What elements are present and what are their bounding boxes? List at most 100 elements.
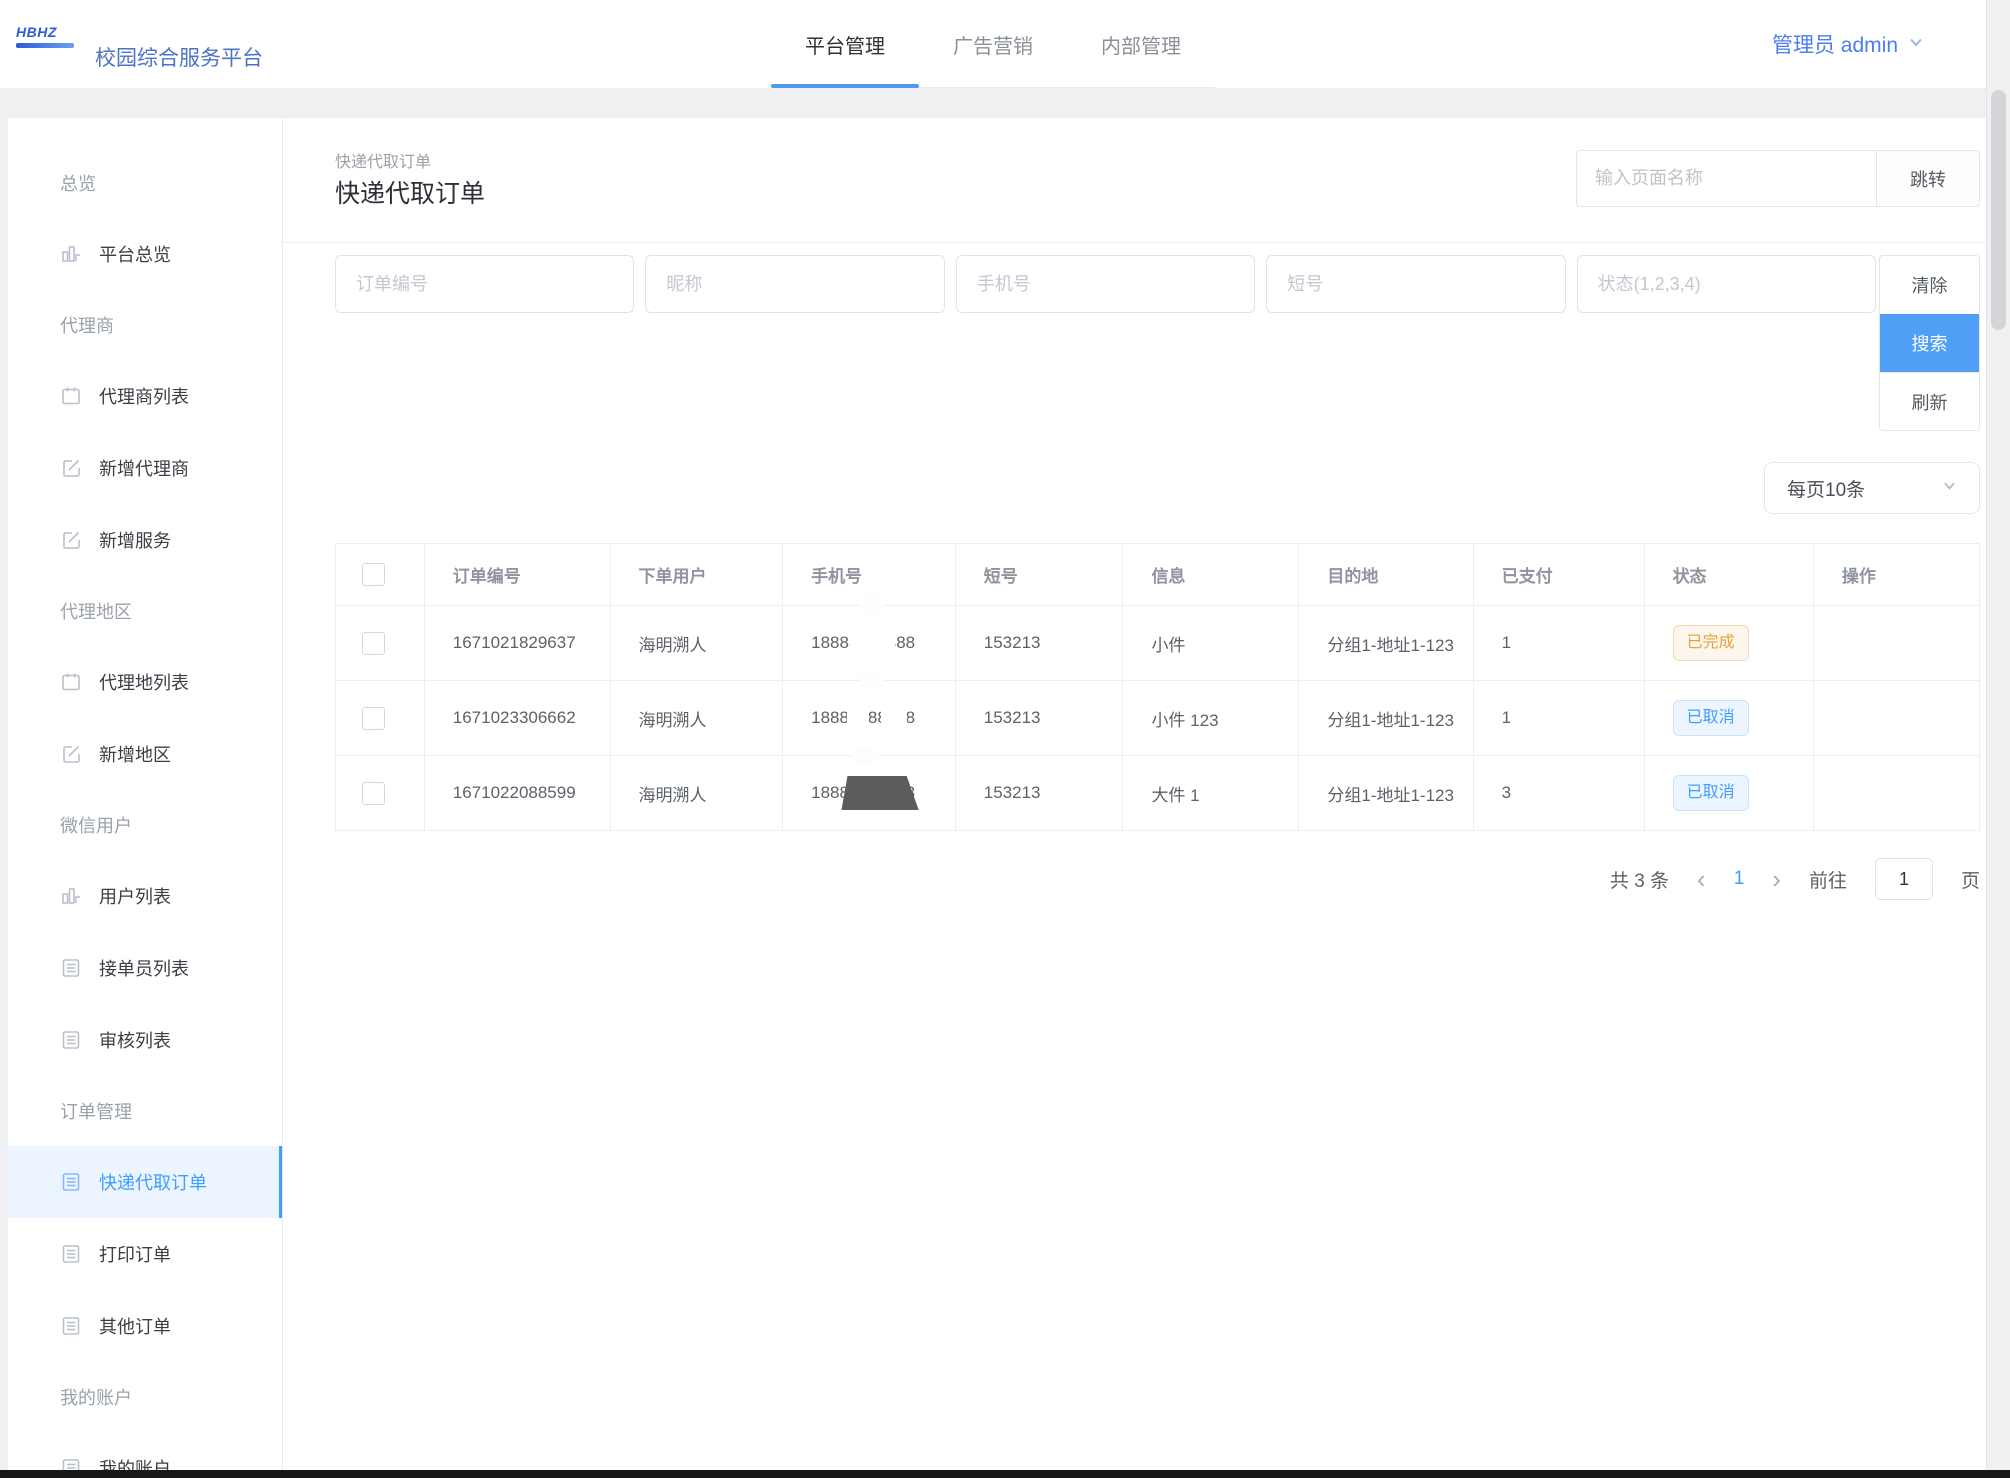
calendar-icon	[60, 385, 82, 407]
sidebar-group-title: 我的账户	[8, 1362, 282, 1432]
sidebar-item-label: 新增服务	[99, 527, 171, 553]
select-all-checkbox[interactable]	[362, 563, 385, 586]
breadcrumb: 快递代取订单	[335, 148, 431, 172]
page-jump-input[interactable]	[1576, 150, 1876, 207]
sidebar-item-label: 新增地区	[99, 741, 171, 767]
sidebar-group-title: 代理地区	[8, 576, 282, 646]
user-cell: 海明溯人	[610, 606, 783, 681]
sidebar-item-label: 快递代取订单	[99, 1169, 207, 1195]
status-cell: 已取消	[1644, 681, 1813, 756]
sidebar-item[interactable]: 新增服务	[8, 504, 282, 576]
column-header: 短号	[955, 544, 1123, 606]
jump-button[interactable]: 跳转	[1876, 150, 1980, 207]
list-icon	[60, 1315, 82, 1337]
nav-tab-3[interactable]: 内部管理	[1067, 0, 1215, 88]
filter-input-5[interactable]	[1577, 255, 1876, 313]
column-header: 状态	[1644, 544, 1813, 606]
phone-redaction	[833, 776, 919, 810]
action-cell	[1813, 756, 1979, 831]
sidebar-item[interactable]: 代理地列表	[8, 646, 282, 718]
sidebar-item[interactable]: 代理商列表	[8, 360, 282, 432]
list-icon	[60, 1029, 82, 1051]
scrollbar-thumb[interactable]	[1991, 90, 2006, 330]
user-cell: 海明溯人	[610, 756, 783, 831]
phone-redaction	[847, 703, 869, 733]
filter-actions: 清除 搜索 刷新	[1879, 255, 1980, 431]
destination-cell: 分组1-地址1-123	[1299, 606, 1473, 681]
chevron-down-icon	[1908, 32, 1924, 56]
column-header: 下单用户	[610, 544, 783, 606]
search-button[interactable]: 搜索	[1880, 314, 1979, 372]
sidebar-item[interactable]: 我的账户	[8, 1432, 282, 1470]
phone-cell: 18888888888	[783, 756, 956, 831]
table-row: 1671022088599海明溯人18888888888153213大件 1分组…	[336, 756, 1980, 831]
filter-input-3[interactable]	[956, 255, 1255, 313]
sidebar-item[interactable]: 审核列表	[8, 1004, 282, 1076]
nav-tab-2[interactable]: 广告营销	[919, 0, 1067, 88]
logo[interactable]: HBHZ	[16, 24, 74, 48]
user-label: 管理员 admin	[1772, 29, 1898, 59]
page-size-select[interactable]: 每页10条	[1764, 462, 1980, 514]
column-header: 操作	[1813, 544, 1979, 606]
phone-redaction	[881, 703, 907, 733]
sidebar-item[interactable]: 用户列表	[8, 860, 282, 932]
sidebar-item[interactable]: 新增地区	[8, 718, 282, 790]
logo-underline	[16, 43, 74, 48]
short-no-cell: 153213	[955, 681, 1123, 756]
filter-input-4[interactable]	[1266, 255, 1565, 313]
nav-tab-1[interactable]: 平台管理	[771, 0, 919, 88]
edit-icon	[60, 457, 82, 479]
sidebar-item[interactable]: 平台总览	[8, 218, 282, 290]
sidebar-item[interactable]: 打印订单	[8, 1218, 282, 1290]
next-page-button[interactable]: ›	[1772, 866, 1781, 892]
sidebar-group-title: 总览	[8, 148, 282, 218]
filter-input-2[interactable]	[645, 255, 944, 313]
page-title: 快递代取订单	[335, 174, 485, 210]
order-no-cell: 1671023306662	[424, 681, 610, 756]
paid-cell: 1	[1473, 681, 1644, 756]
phone-redaction	[859, 672, 885, 690]
app-window: HBHZ 校园综合服务平台 平台管理广告营销内部管理 管理员 admin 总览平…	[0, 0, 2010, 1478]
sidebar-item[interactable]: 新增代理商	[8, 432, 282, 504]
row-checkbox[interactable]	[362, 707, 385, 730]
user-cell: 海明溯人	[610, 681, 783, 756]
status-cell: 已取消	[1644, 756, 1813, 831]
sidebar-group-title: 代理商	[8, 290, 282, 360]
action-cell	[1813, 606, 1979, 681]
table-row: 1671021829637海明溯人18888888888153213小件分组1-…	[336, 606, 1980, 681]
row-checkbox[interactable]	[362, 782, 385, 805]
sidebar-item-label: 代理地列表	[99, 669, 189, 695]
list-icon	[60, 1457, 82, 1470]
orders-table: 订单编号下单用户手机号短号信息目的地已支付状态操作 1671021829637海…	[335, 543, 1980, 831]
filter-input-1[interactable]	[335, 255, 634, 313]
main-nav-tabs: 平台管理广告营销内部管理	[771, 0, 1215, 88]
user-menu[interactable]: 管理员 admin	[1772, 0, 1924, 88]
pagination-total: 共 3 条	[1610, 866, 1669, 893]
page-size-label: 每页10条	[1787, 475, 1865, 502]
sidebar-item-label: 打印订单	[99, 1241, 171, 1267]
prev-page-button[interactable]: ‹	[1697, 866, 1706, 892]
row-checkbox[interactable]	[362, 632, 385, 655]
clear-button[interactable]: 清除	[1880, 256, 1979, 314]
sidebar-item-label: 我的账户	[99, 1455, 171, 1470]
sidebar-item-label: 代理商列表	[99, 383, 189, 409]
window-scrollbar[interactable]	[1986, 0, 2010, 1470]
status-cell: 已完成	[1644, 606, 1813, 681]
goto-page-input[interactable]	[1875, 858, 1933, 900]
sidebar-item-label: 用户列表	[99, 883, 171, 909]
page-header: 快递代取订单 快递代取订单 跳转	[283, 118, 1986, 243]
list-icon	[60, 957, 82, 979]
action-cell	[1813, 681, 1979, 756]
refresh-button[interactable]: 刷新	[1880, 372, 1979, 430]
sidebar-item[interactable]: 其他订单	[8, 1290, 282, 1362]
sidebar-item-label: 审核列表	[99, 1027, 171, 1053]
page-number-1[interactable]: 1	[1734, 868, 1745, 890]
list-icon	[60, 1171, 82, 1193]
sidebar-item[interactable]: 快递代取订单	[8, 1146, 282, 1218]
page-jump-box: 跳转	[1576, 150, 1980, 207]
window-bottom-edge	[0, 1470, 2010, 1478]
sidebar-item[interactable]: 接单员列表	[8, 932, 282, 1004]
phone-cell: 18888888888	[783, 606, 956, 681]
sidebar: 总览平台总览代理商代理商列表新增代理商新增服务代理地区代理地列表新增地区微信用户…	[8, 118, 283, 1470]
orders-table-wrap: 订单编号下单用户手机号短号信息目的地已支付状态操作 1671021829637海…	[335, 543, 1980, 831]
